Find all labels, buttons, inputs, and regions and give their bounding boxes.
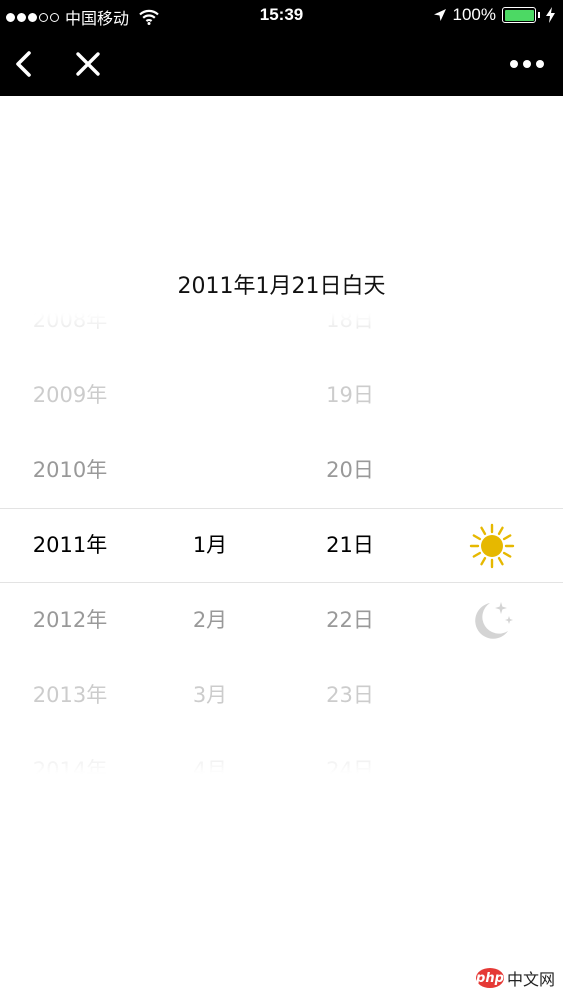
year-option[interactable]: 2008年 xyxy=(0,310,140,358)
year-option[interactable]: 2009年 xyxy=(0,358,140,433)
month-option[interactable]: 2月 xyxy=(140,583,280,658)
battery-percent: 100% xyxy=(452,5,496,24)
selected-date-label: 2011年1月21日白天 xyxy=(177,274,386,299)
close-icon xyxy=(76,52,100,76)
watermark-text: 中文网 xyxy=(506,970,555,989)
day-column[interactable]: 18日 19日 20日 21日 22日 23日 24日 xyxy=(280,310,420,780)
chevron-left-icon xyxy=(16,51,31,77)
year-option[interactable]: 2013年 xyxy=(0,658,140,733)
close-button[interactable] xyxy=(70,46,106,82)
battery-tip xyxy=(538,12,540,18)
location-arrow-icon xyxy=(433,9,446,21)
day-option[interactable]: 23日 xyxy=(280,658,420,733)
navigation-bar xyxy=(0,32,563,96)
status-bar: 中国移动 15:39 100% xyxy=(0,0,563,32)
year-option[interactable]: 2014年 xyxy=(0,733,140,780)
more-button[interactable] xyxy=(507,46,547,82)
date-picker[interactable]: 2008年 2009年 2010年 2011年 2012年 2013年 2014年 1月 2月… xyxy=(0,310,563,780)
month-column[interactable]: 1月 2月 3月 4月 xyxy=(140,310,280,780)
watermark-logo: php xyxy=(475,968,504,988)
month-option[interactable]: 4月 xyxy=(140,733,280,780)
month-option[interactable]: 1月 xyxy=(140,508,280,583)
battery-icon xyxy=(502,7,536,23)
year-column[interactable]: 2008年 2009年 2010年 2011年 2012年 2013年 2014年 xyxy=(0,310,140,780)
sun-icon xyxy=(469,523,514,568)
period-column[interactable] xyxy=(420,310,563,780)
day-option[interactable]: 20日 xyxy=(280,433,420,508)
watermark: php 中文网 xyxy=(475,966,555,990)
year-option[interactable]: 2012年 xyxy=(0,583,140,658)
day-option[interactable]: 24日 xyxy=(280,733,420,780)
day-option[interactable]: 22日 xyxy=(280,583,420,658)
year-option[interactable]: 2011年 xyxy=(0,508,140,583)
moon-stars-icon xyxy=(474,601,513,639)
month-option[interactable]: 3月 xyxy=(140,658,280,733)
charging-bolt-icon xyxy=(546,7,555,23)
day-option[interactable]: 21日 xyxy=(280,508,420,583)
back-button[interactable] xyxy=(6,46,42,82)
day-option[interactable]: 18日 xyxy=(280,310,420,358)
period-option[interactable] xyxy=(420,583,563,658)
day-option[interactable]: 19日 xyxy=(280,358,420,433)
more-dots-icon xyxy=(510,60,544,68)
year-option[interactable]: 2010年 xyxy=(0,433,140,508)
period-option[interactable] xyxy=(420,508,563,583)
